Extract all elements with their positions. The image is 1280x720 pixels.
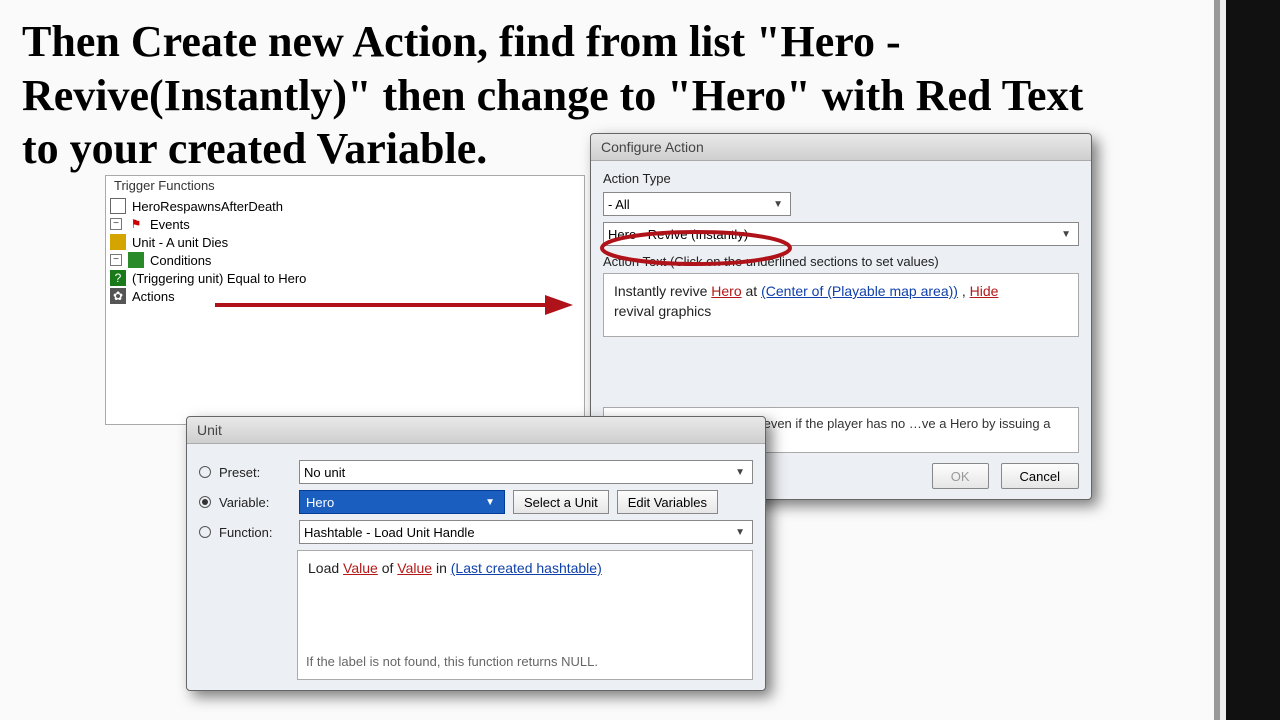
select-unit-button[interactable]: Select a Unit [513,490,609,514]
collapse-icon[interactable]: − [110,254,122,266]
configure-action-titlebar[interactable]: Configure Action [591,134,1091,161]
chevron-down-icon: ▼ [732,527,748,538]
tree-root-label: HeroRespawnsAfterDeath [132,199,283,214]
letterbox-strip [1226,0,1280,720]
unit-titlebar[interactable]: Unit [187,417,765,444]
action-text-suffix: revival graphics [614,303,711,319]
flag-icon: ⚑ [128,216,144,232]
variable-label: Variable: [219,495,291,510]
tree-actions-item[interactable]: ✿ Actions [110,287,580,305]
action-name-value: Hero - Revive (Instantly) [608,227,748,242]
fn-of: of [382,560,394,576]
function-label: Function: [219,525,291,540]
action-text-box: Instantly revive Hero at (Center of (Pla… [603,273,1079,337]
action-text-comma: , [962,283,966,299]
chevron-down-icon: ▼ [770,199,786,210]
event-icon [110,234,126,250]
tree-actions-label: Actions [132,289,175,304]
function-text-box: Load Value of Value in (Last created has… [297,550,753,680]
fn-value2-link[interactable]: Value [397,560,432,576]
fn-hash-link[interactable]: (Last created hashtable) [451,560,602,576]
gear-icon: ✿ [110,288,126,304]
tree-conditions-item[interactable]: − Conditions [110,251,580,269]
trigger-panel: Trigger Functions HeroRespawnsAfterDeath… [105,175,585,425]
action-text-at: at [746,283,758,299]
action-text-prefix: Instantly revive [614,283,707,299]
variable-row: Variable: Hero ▼ Select a Unit Edit Vari… [199,490,753,514]
tree-events-label: Events [150,217,190,232]
action-text-label: Action Text (Click on the underlined sec… [603,254,1079,269]
action-type-value: - All [608,197,630,212]
fn-load: Load [308,560,339,576]
action-name-select[interactable]: Hero - Revive (Instantly) ▼ [603,222,1079,246]
cancel-button[interactable]: Cancel [1001,463,1079,489]
question-icon: ? [110,270,126,286]
conditions-icon [128,252,144,268]
collapse-icon[interactable]: − [110,218,122,230]
fn-in: in [436,560,447,576]
preset-row: Preset: No unit ▼ [199,460,753,484]
tree-event-1-label: Unit - A unit Dies [132,235,228,250]
tree-condition-1-label: (Triggering unit) Equal to Hero [132,271,306,286]
page-icon [110,198,126,214]
action-text-hero-link[interactable]: Hero [711,283,741,299]
action-text-location-link[interactable]: (Center of (Playable map area)) [761,283,958,299]
variable-radio[interactable] [199,496,211,508]
trigger-panel-header: Trigger Functions [106,176,584,195]
function-select[interactable]: Hashtable - Load Unit Handle ▼ [299,520,753,544]
action-text-hide-link[interactable]: Hide [970,283,999,299]
null-hint: If the label is not found, this function… [306,653,598,671]
variable-select[interactable]: Hero ▼ [299,490,505,514]
action-type-label: Action Type [603,171,1079,186]
preset-label: Preset: [219,465,291,480]
preset-radio[interactable] [199,466,211,478]
edit-variables-button[interactable]: Edit Variables [617,490,718,514]
chevron-down-icon: ▼ [1058,229,1074,240]
tree-conditions-label: Conditions [150,253,211,268]
function-row: Function: Hashtable - Load Unit Handle ▼ [199,520,753,544]
chevron-down-icon: ▼ [732,467,748,478]
variable-value: Hero [306,495,334,510]
preset-value: No unit [304,465,345,480]
unit-dialog: Unit Preset: No unit ▼ Variable: Hero ▼ … [186,416,766,691]
tree-events-item[interactable]: − ⚑ Events [110,215,580,233]
function-radio[interactable] [199,526,211,538]
tree-condition-1[interactable]: ? (Triggering unit) Equal to Hero [110,269,580,287]
ok-button[interactable]: OK [932,463,989,489]
chevron-down-icon: ▼ [482,497,498,508]
tree-root-item[interactable]: HeroRespawnsAfterDeath [110,197,580,215]
function-value: Hashtable - Load Unit Handle [304,525,475,540]
action-type-select[interactable]: - All ▼ [603,192,791,216]
preset-select[interactable]: No unit ▼ [299,460,753,484]
fn-value1-link[interactable]: Value [343,560,378,576]
tree-event-1[interactable]: Unit - A unit Dies [110,233,580,251]
